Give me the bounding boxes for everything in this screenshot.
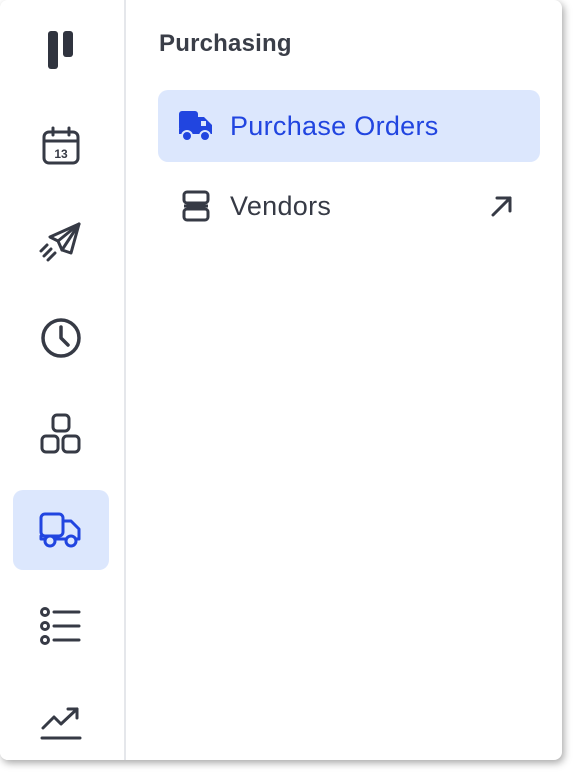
app-window: 13 Purchasing Purchase Orders Vendors	[0, 0, 562, 760]
apps-icon	[40, 413, 81, 454]
rail-item-purchasing[interactable]	[13, 490, 109, 570]
rail-item-time[interactable]	[13, 298, 109, 378]
truck-icon	[179, 111, 212, 142]
store-icon	[182, 190, 210, 222]
calendar-icon: 13	[42, 126, 80, 165]
external-link-icon[interactable]	[488, 192, 516, 220]
rail-item-modules[interactable]	[13, 394, 109, 474]
logo-icon	[48, 31, 73, 69]
icon-rail: 13	[0, 0, 126, 760]
rocket-icon	[39, 222, 81, 262]
truck-icon	[39, 512, 81, 548]
nav-item-purchase-orders[interactable]: Purchase Orders	[158, 90, 540, 162]
vendors-icon-wrap	[178, 188, 214, 224]
app-logo[interactable]	[13, 10, 109, 90]
calendar-day-badge: 13	[54, 147, 68, 161]
rail-item-launch[interactable]	[13, 202, 109, 282]
purchasing-panel: Purchasing Purchase Orders Vendors	[126, 0, 562, 760]
clock-icon	[41, 318, 81, 358]
purchase-orders-icon-wrap	[178, 108, 214, 144]
rail-item-calendar[interactable]: 13	[13, 106, 109, 186]
trend-icon	[40, 707, 82, 740]
rail-item-reports[interactable]	[13, 682, 109, 760]
nav-item-label: Purchase Orders	[230, 110, 439, 141]
list-icon	[40, 607, 81, 645]
nav-item-vendors[interactable]: Vendors	[158, 170, 540, 242]
rail-item-lists[interactable]	[13, 586, 109, 666]
nav-item-label: Vendors	[230, 190, 332, 221]
panel-title: Purchasing	[159, 30, 292, 57]
